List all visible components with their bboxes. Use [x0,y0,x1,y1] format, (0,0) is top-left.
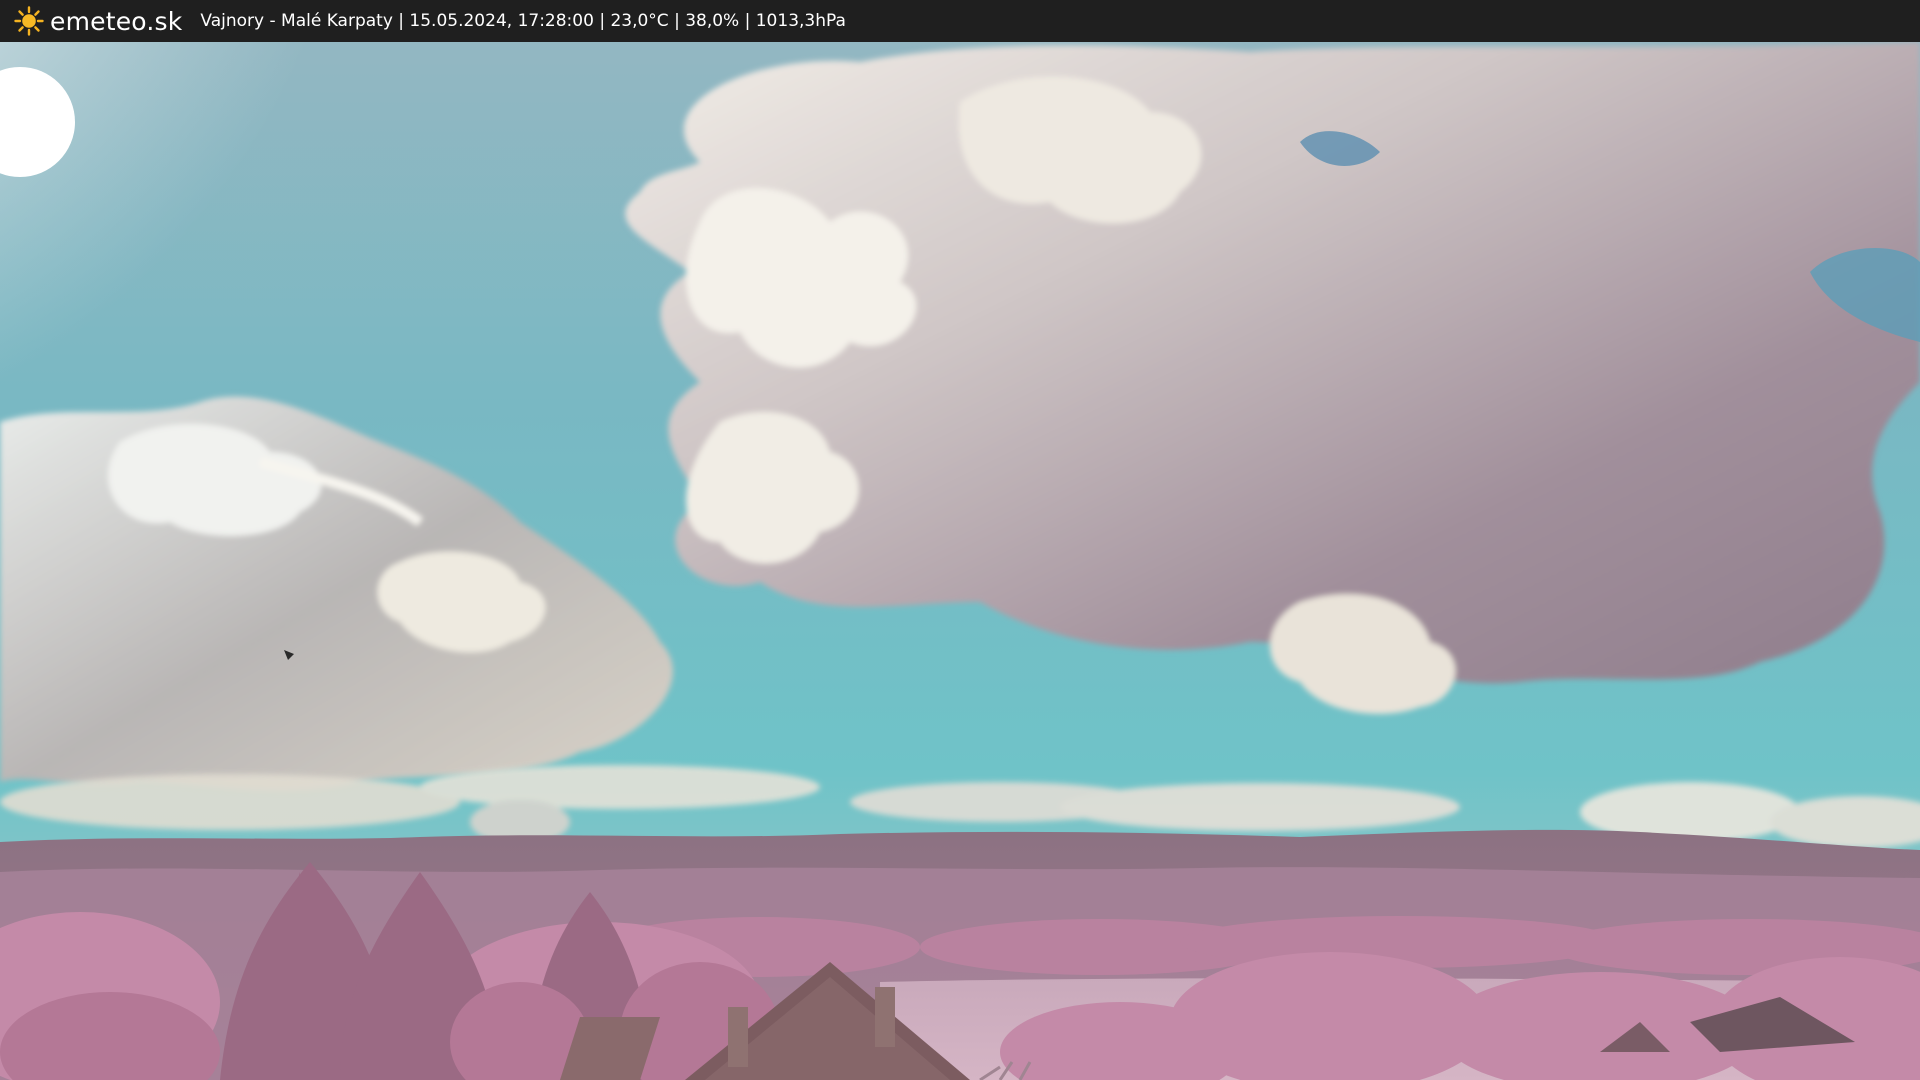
sun-icon [14,6,44,36]
header-bar: emeteo.sk Vajnory - Malé Karpaty | 15.05… [0,0,1920,42]
brand-name[interactable]: emeteo.sk [50,7,182,36]
brand-logo[interactable]: emeteo.sk [14,6,182,36]
weather-info: Vajnory - Malé Karpaty | 15.05.2024, 17:… [200,11,846,31]
webcam-image [0,42,1920,1080]
